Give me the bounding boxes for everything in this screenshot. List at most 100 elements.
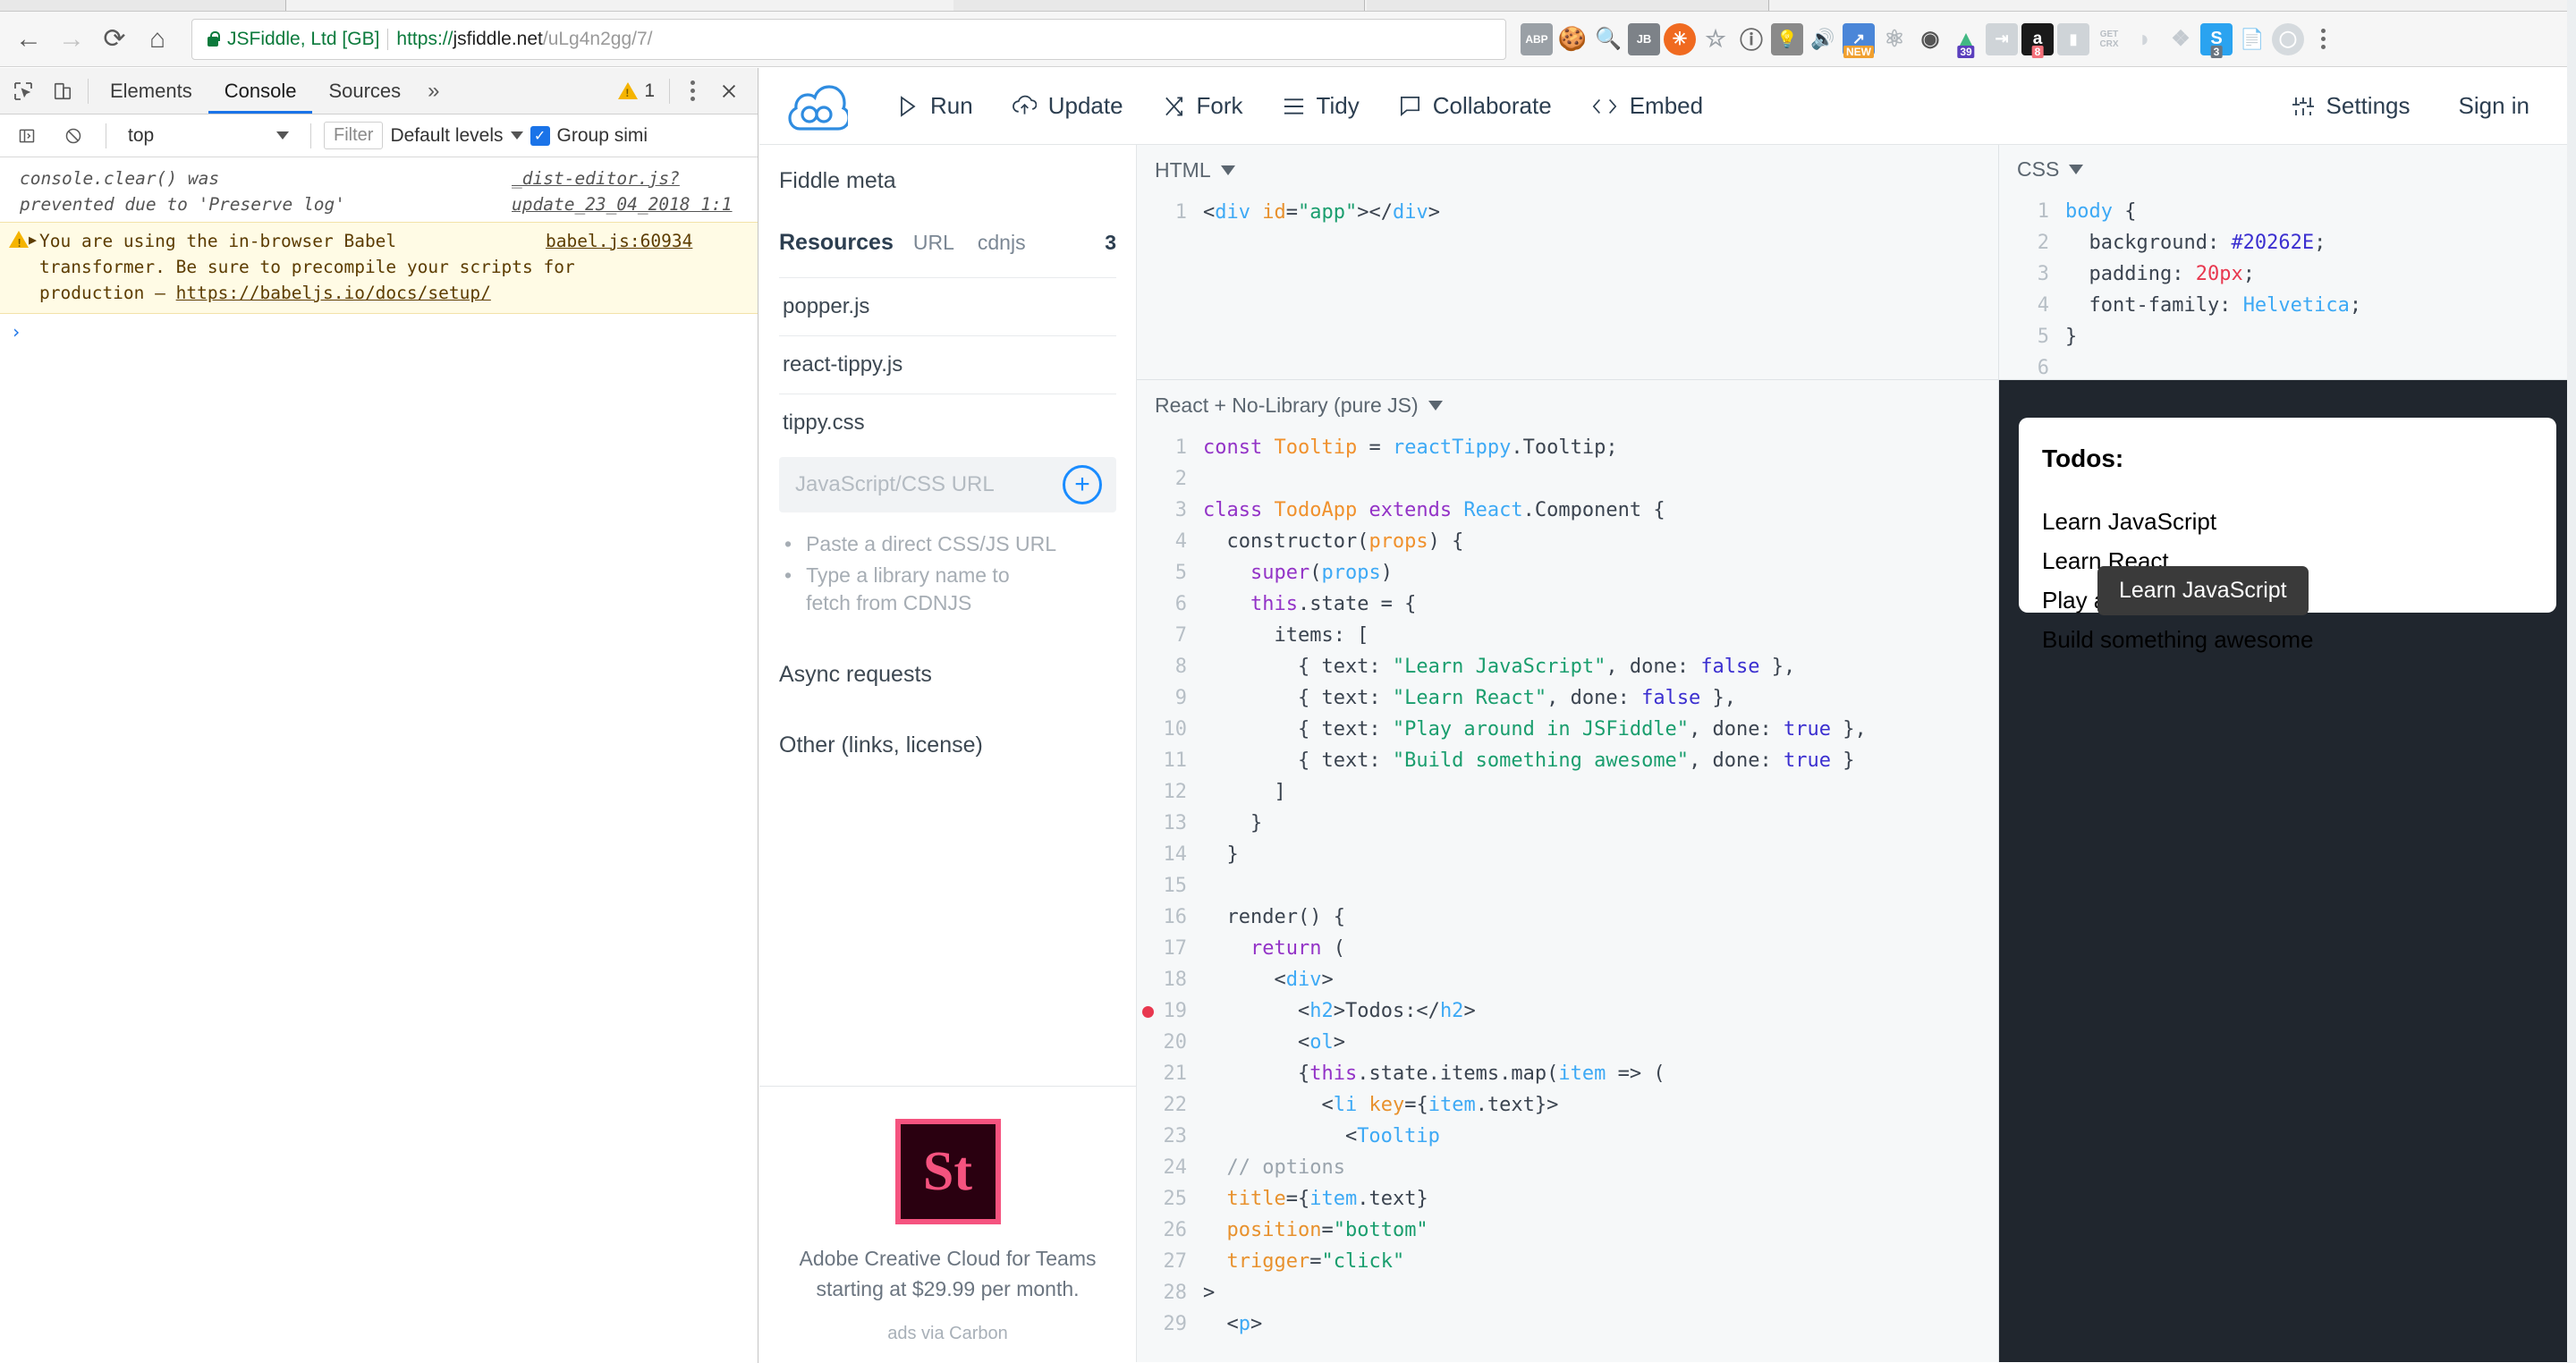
fork-button[interactable]: Fork (1143, 80, 1263, 133)
amazon-icon[interactable]: a8 (2021, 23, 2054, 55)
section-async-requests[interactable]: Async requests (779, 662, 1116, 688)
browser-tab[interactable] (1367, 0, 1769, 11)
code-text: <h2>Todos:</h2> (1203, 995, 1476, 1027)
resources-tab-url[interactable]: URL (913, 231, 954, 255)
collaborate-button[interactable]: Collaborate (1379, 80, 1572, 133)
preview-pane[interactable]: Todos: Learn JavaScript Learn React Play… (1999, 380, 2576, 1362)
css-panel-header[interactable]: CSS (1999, 145, 2576, 185)
jsfiddle-cloud-infinity-logo[interactable] (784, 79, 851, 134)
info-circle-icon[interactable]: ⓘ (1735, 23, 1767, 55)
react-devtools-icon[interactable]: ⚛ (1878, 23, 1911, 55)
line-number: 6 (1999, 352, 2065, 379)
home-button[interactable]: ⌂ (136, 18, 179, 61)
opera-icon[interactable]: ◗ (2129, 23, 2161, 55)
star-icon[interactable]: ☆ (1699, 23, 1732, 55)
browser-tab-strip[interactable] (0, 0, 2576, 12)
warning-count-badge[interactable]: 1 (611, 80, 662, 102)
code-line: 25 title={item.text} (1137, 1183, 1998, 1215)
resource-item[interactable]: popper.js (779, 277, 1116, 335)
line-number: 20 (1137, 1027, 1203, 1058)
vue-devtools-icon[interactable]: ▲39 (1950, 23, 1982, 55)
address-bar[interactable]: JSFiddle, Ltd [GB] https://jsfiddle.net/… (191, 19, 1506, 60)
show-console-sidebar-icon[interactable] (7, 116, 47, 156)
lightbulb-icon[interactable]: 💡 (1771, 23, 1803, 55)
browser-tab[interactable] (0, 0, 286, 11)
close-icon[interactable] (709, 72, 749, 111)
dropbox-icon[interactable]: ❖ (2165, 23, 2197, 55)
carbon-ad[interactable]: St Adobe Creative Cloud for Teams starti… (759, 1086, 1136, 1362)
code-line: 20 <ol> (1137, 1027, 1998, 1058)
jsonview-icon[interactable]: JB (1628, 23, 1660, 55)
html-code[interactable]: 1<div id="app"></div> (1137, 186, 1998, 379)
console-filter-input[interactable]: Filter (324, 122, 383, 149)
reload-button[interactable]: ⟳ (93, 18, 136, 61)
new-badge-icon[interactable]: ↗NEW (1843, 23, 1875, 55)
tab-elements[interactable]: Elements (94, 68, 208, 114)
css-code[interactable]: 1body {2 background: #20262E;3 padding: … (1999, 185, 2576, 379)
resource-item[interactable]: tippy.css (779, 394, 1116, 452)
page-scrollbar[interactable] (2567, 0, 2576, 1363)
orange-gear-icon[interactable]: ✳ (1664, 23, 1696, 55)
document-icon[interactable]: 📄 (2236, 23, 2268, 55)
tab-console[interactable]: Console (208, 68, 313, 114)
group-similar-label: Group simi (557, 125, 648, 147)
devtools-settings-icon[interactable] (677, 73, 708, 109)
clear-console-icon[interactable] (54, 116, 93, 156)
message-source-link[interactable]: _dist-editor.js?update_23_04_2018 1:1 (512, 165, 758, 218)
chevron-down-icon[interactable] (2069, 165, 2083, 174)
log-levels-select[interactable]: Default levels (390, 125, 522, 147)
js-panel-header[interactable]: React + No-Library (pure JS) (1137, 380, 1998, 421)
chevron-down-icon[interactable] (1221, 165, 1235, 175)
toolbar-divider (310, 123, 311, 148)
resource-item[interactable]: react-tippy.js (779, 335, 1116, 394)
ad-attribution[interactable]: ads via Carbon (777, 1324, 1118, 1344)
console-prompt[interactable]: › (0, 314, 758, 350)
plus-circle-icon[interactable]: + (1063, 465, 1102, 504)
code-text: this.state = { (1203, 588, 1416, 620)
embed-button[interactable]: Embed (1572, 80, 1723, 133)
update-label: Update (1048, 92, 1123, 120)
inspect-element-icon[interactable] (4, 72, 43, 111)
forward-button[interactable]: → (50, 18, 93, 61)
magnifier-icon[interactable]: 🔍 (1592, 23, 1624, 55)
list-item[interactable]: Learn JavaScript (2042, 502, 2533, 541)
adblock-plus-icon[interactable]: ABP (1521, 23, 1553, 55)
settings-button[interactable]: Settings (2272, 80, 2430, 133)
tidy-button[interactable]: Tidy (1263, 80, 1379, 133)
signin-button[interactable]: Sign in (2439, 80, 2550, 133)
code-line: 1body { (1999, 196, 2576, 227)
section-other[interactable]: Other (links, license) (779, 732, 1116, 758)
browser-window: ← → ⟳ ⌂ JSFiddle, Ltd [GB] https://jsfid… (0, 0, 2576, 1363)
code-line: 29 <p> (1137, 1308, 1998, 1340)
expand-arrow-icon[interactable]: ▶ (29, 230, 37, 250)
film-reel-icon[interactable]: ◉ (1914, 23, 1946, 55)
device-toolbar-icon[interactable] (43, 72, 82, 111)
tab-sources[interactable]: Sources (312, 68, 417, 114)
run-button[interactable]: Run (877, 80, 993, 133)
pocket-icon[interactable]: ▮ (2057, 23, 2089, 55)
cookie-icon[interactable]: 🍪 (1556, 23, 1589, 55)
back-button[interactable]: ← (7, 18, 50, 61)
capsule-icon[interactable]: ◯ (2272, 23, 2304, 55)
babel-docs-link[interactable]: https://babeljs.io/docs/setup/ (176, 283, 491, 303)
js-code[interactable]: 1const Tooltip = reactTippy.Tooltip;23cl… (1137, 421, 1998, 1362)
group-similar-checkbox[interactable]: ✓ Group simi (530, 125, 648, 147)
sketch-icon[interactable]: S3 (2200, 23, 2233, 55)
browser-tab[interactable] (953, 0, 1365, 11)
execution-context-select[interactable]: top (119, 125, 298, 147)
export-icon[interactable]: ⇥ (1986, 23, 2018, 55)
resource-url-input[interactable]: JavaScript/CSS URL + (779, 457, 1116, 512)
get-crx-icon[interactable]: GETCRX (2093, 23, 2125, 55)
list-item[interactable]: Build something awesome (2042, 620, 2533, 659)
volume-icon[interactable]: 🔊 (1807, 23, 1839, 55)
more-tabs-icon[interactable]: » (417, 68, 450, 114)
resources-tab-cdnjs[interactable]: cdnjs (978, 231, 1026, 255)
update-button[interactable]: Update (993, 80, 1143, 133)
kebab-menu-icon[interactable] (2308, 21, 2338, 57)
html-panel-header[interactable]: HTML (1137, 145, 1998, 186)
console-message-info: console.clear() was prevented due to 'Pr… (0, 157, 758, 222)
chevron-down-icon[interactable] (1428, 401, 1443, 411)
warning-count: 1 (644, 80, 655, 102)
message-source-link[interactable]: babel.js:60934 (546, 228, 692, 254)
code-line: 11 { text: "Build something awesome", do… (1137, 745, 1998, 776)
